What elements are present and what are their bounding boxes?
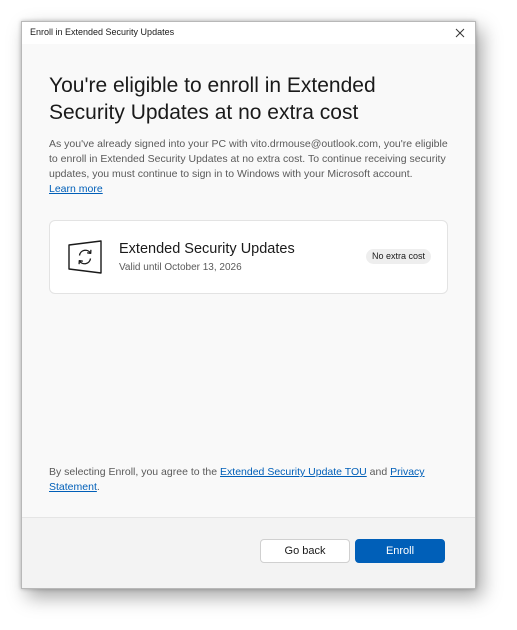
- terms-prefix: By selecting Enroll, you agree to the: [49, 466, 218, 478]
- window-title: Enroll in Extended Security Updates: [30, 27, 175, 37]
- title-bar: Enroll in Extended Security Updates: [22, 22, 475, 44]
- enroll-dialog: Enroll in Extended Security Updates You'…: [21, 21, 476, 589]
- terms-text: By selecting Enroll, you agree to the Ex…: [49, 465, 449, 495]
- learn-more-link[interactable]: Learn more: [49, 183, 103, 195]
- card-title: Extended Security Updates: [119, 241, 295, 257]
- card-subtitle: Valid until October 13, 2026: [119, 262, 242, 273]
- description-text: As you've already signed into your PC wi…: [49, 138, 448, 180]
- terms-and: and: [369, 466, 388, 478]
- dialog-content: You're eligible to enroll in Extended Se…: [22, 44, 475, 518]
- go-back-button[interactable]: Go back: [260, 539, 350, 563]
- enroll-button[interactable]: Enroll: [355, 539, 445, 563]
- close-icon: [455, 28, 465, 38]
- tou-link[interactable]: Extended Security Update TOU: [220, 466, 367, 478]
- terms-suffix: .: [96, 481, 100, 493]
- page-title: You're eligible to enroll in Extended Se…: [49, 74, 376, 124]
- esu-card: Extended Security Updates Valid until Oc…: [49, 220, 448, 294]
- close-button[interactable]: [451, 24, 469, 42]
- description: As you've already signed into your PC wi…: [49, 137, 459, 197]
- windows-update-icon: [66, 238, 104, 276]
- cost-badge: No extra cost: [365, 249, 431, 264]
- dialog-footer: Go back Enroll: [22, 517, 475, 588]
